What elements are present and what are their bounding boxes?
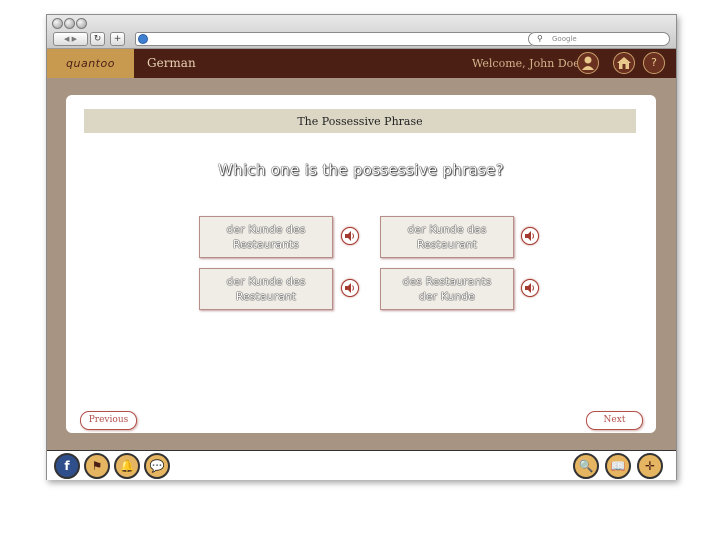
answer-option-label: des Restaurants der Kunde (402, 275, 492, 303)
search-placeholder: Google (552, 35, 577, 43)
search-icon: ⚲ (537, 34, 543, 43)
close-window-button[interactable] (52, 18, 63, 29)
new-tab-button[interactable]: + (110, 32, 125, 46)
answer-option-2[interactable]: der Kunde das Restaurant (380, 216, 514, 258)
answer-option-1[interactable]: der Kunde des Restaurants (199, 216, 333, 258)
lesson-title: The Possessive Phrase (84, 109, 636, 133)
lesson-card: The Possessive Phrase Which one is the p… (66, 95, 656, 433)
app-header: quantoo German Welcome, John Doe ? (47, 49, 676, 78)
content-area: The Possessive Phrase Which one is the p… (47, 78, 676, 450)
answer-option-4[interactable]: des Restaurants der Kunde (380, 268, 514, 310)
chat-icon[interactable]: 💬 (144, 453, 170, 479)
facebook-icon[interactable]: f (54, 453, 80, 479)
flag-icon[interactable]: ⚑ (84, 453, 110, 479)
previous-button[interactable]: Previous (80, 411, 137, 430)
compass-icon[interactable]: ✛ (637, 453, 663, 479)
question-text: Which one is the possessive phrase? (218, 161, 504, 179)
answer-option-label: der Kunde das Restaurant (407, 223, 487, 251)
address-bar[interactable] (135, 32, 533, 46)
answer-option-label: der Kunde des Restaurants (226, 223, 306, 251)
course-name: German (147, 56, 196, 70)
bottom-toolbar: f ⚑ 🔔 💬 🔍 📖 ✛ (47, 450, 676, 480)
browser-toolbar: ◀ ▶ ↻ + ⚲ Google (47, 15, 676, 49)
minimize-window-button[interactable] (64, 18, 75, 29)
answer-option-3[interactable]: der Kunde des Restaurant (199, 268, 333, 310)
search-field[interactable]: ⚲ Google (528, 32, 670, 46)
back-forward-buttons[interactable]: ◀ ▶ (53, 32, 88, 46)
globe-icon (138, 34, 148, 44)
speaker-icon[interactable] (341, 279, 359, 297)
book-icon[interactable]: 📖 (605, 453, 631, 479)
bell-icon[interactable]: 🔔 (114, 453, 140, 479)
speaker-icon[interactable] (341, 227, 359, 245)
browser-window: ◀ ▶ ↻ + ⚲ Google quantoo German Welcome,… (46, 14, 677, 480)
user-icon[interactable] (577, 52, 599, 74)
answer-option-label: der Kunde des Restaurant (226, 275, 306, 303)
home-icon[interactable] (613, 52, 635, 74)
reload-button[interactable]: ↻ (90, 32, 105, 46)
next-button[interactable]: Next (586, 411, 643, 430)
speaker-icon[interactable] (521, 279, 539, 297)
speaker-icon[interactable] (521, 227, 539, 245)
zoom-window-button[interactable] (76, 18, 87, 29)
help-icon[interactable]: ? (643, 52, 665, 74)
search-icon[interactable]: 🔍 (573, 453, 599, 479)
welcome-message: Welcome, John Doe (472, 57, 580, 70)
quantoo-logo[interactable]: quantoo (47, 49, 134, 78)
